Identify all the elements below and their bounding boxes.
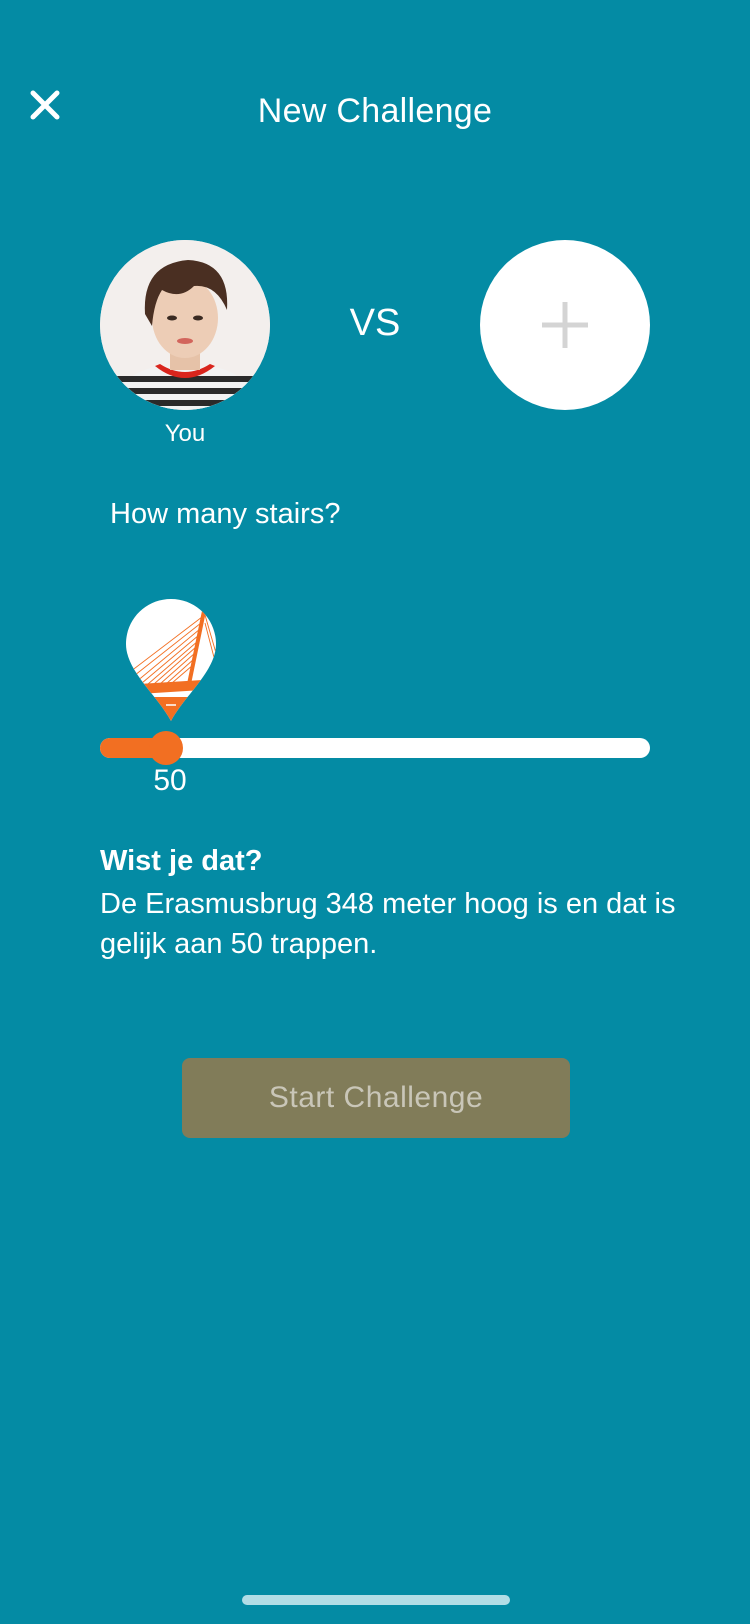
erasmus-bridge-pin-icon	[124, 597, 218, 723]
home-indicator	[242, 1595, 510, 1605]
stairs-slider-value: 50	[153, 764, 187, 797]
stairs-slider-thumb[interactable]	[149, 731, 183, 765]
you-label: You	[164, 420, 206, 447]
start-challenge-button[interactable]: Start Challenge	[182, 1058, 570, 1138]
add-opponent-button[interactable]	[480, 240, 650, 410]
page-title: New Challenge	[257, 92, 493, 130]
info-heading: Wist je dat?	[100, 845, 263, 877]
stairs-slider[interactable]	[100, 731, 650, 765]
info-body: De Erasmusbrug 348 meter hoog is en dat …	[100, 888, 676, 960]
stairs-question: How many stairs?	[110, 498, 341, 530]
vs-label: VS	[349, 302, 401, 344]
user-photo	[100, 240, 270, 410]
user-avatar	[100, 240, 270, 410]
plus-icon	[542, 302, 588, 348]
